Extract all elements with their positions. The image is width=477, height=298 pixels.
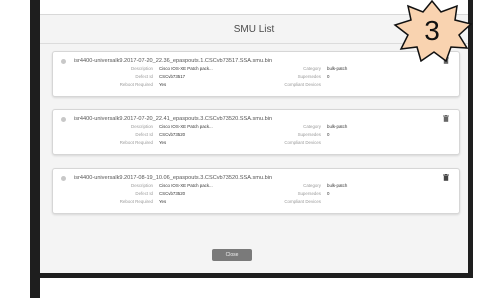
- supersedes-value: 0: [327, 191, 330, 196]
- defect-id-value: CSCvb73520: [159, 191, 186, 196]
- smu-item[interactable]: isr4400-universalk9.2017-07-20_22.41_epa…: [52, 109, 460, 155]
- supersedes-value: 0: [327, 74, 330, 79]
- description-value: Cisco IOS-XE Patch pack...: [159, 66, 213, 71]
- background-panel-edge: [30, 0, 40, 298]
- reboot-required-value: Yes: [159, 82, 167, 87]
- compliant-devices-label: Compliant Devices: [284, 140, 321, 145]
- reboot-required-label: Reboot Required: [119, 82, 153, 87]
- defect-id-label: Defect Id: [135, 74, 153, 79]
- category-label: Category: [303, 66, 321, 71]
- category-value: bulk-patch: [327, 124, 348, 129]
- reboot-required-label: Reboot Required: [119, 199, 153, 204]
- reboot-required-value: Yes: [159, 140, 167, 145]
- supersedes-label: Supersedes: [297, 74, 321, 79]
- description-label: Description: [131, 124, 153, 129]
- category-label: Category: [303, 124, 321, 129]
- reboot-required-label: Reboot Required: [119, 140, 153, 145]
- category-label: Category: [303, 183, 321, 188]
- defect-id-value: CSCvb73520: [159, 132, 186, 137]
- description-label: Description: [131, 66, 153, 71]
- category-value: bulk-patch: [327, 66, 348, 71]
- reboot-required-value: Yes: [159, 199, 167, 204]
- close-button[interactable]: Close: [212, 249, 252, 261]
- bullet-icon: [61, 117, 66, 122]
- step-number: 3: [424, 15, 440, 46]
- description-value: Cisco IOS-XE Patch pack...: [159, 124, 213, 129]
- trash-icon[interactable]: [443, 115, 449, 122]
- description-label: Description: [131, 183, 153, 188]
- smu-item[interactable]: isr4400-universalk9.2017-08-19_10.06_epa…: [52, 168, 460, 214]
- step-number-badge: 3: [391, 0, 473, 62]
- description-value: Cisco IOS-XE Patch pack...: [159, 183, 213, 188]
- defect-id-label: Defect Id: [135, 132, 153, 137]
- supersedes-label: Supersedes: [297, 191, 321, 196]
- defect-id-label: Defect Id: [135, 191, 153, 196]
- defect-id-value: CSCvb73517: [159, 74, 186, 79]
- trash-icon[interactable]: [443, 174, 449, 181]
- category-value: bulk-patch: [327, 183, 348, 188]
- supersedes-value: 0: [327, 132, 330, 137]
- compliant-devices-label: Compliant Devices: [284, 199, 321, 204]
- compliant-devices-label: Compliant Devices: [284, 82, 321, 87]
- bullet-icon: [61, 176, 66, 181]
- supersedes-label: Supersedes: [297, 132, 321, 137]
- bullet-icon: [61, 59, 66, 64]
